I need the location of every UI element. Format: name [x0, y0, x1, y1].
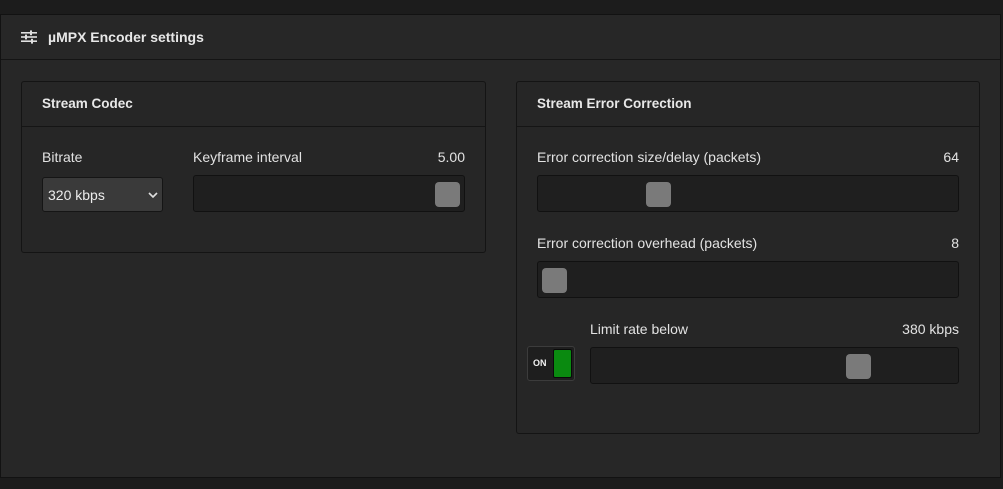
bitrate-label: Bitrate [42, 149, 83, 165]
keyframe-interval-label: Keyframe interval [193, 149, 302, 165]
toggle-knob [553, 349, 572, 378]
stream-error-correction-title: Stream Error Correction [537, 96, 692, 111]
limit-rate-value: 380 kbps [902, 321, 959, 337]
bitrate-selected-value: 320 kbps [48, 187, 105, 203]
toggle-on-label: ON [533, 358, 547, 368]
limit-rate-slider[interactable] [590, 347, 959, 384]
stream-codec-title: Stream Codec [42, 96, 133, 111]
ec-overhead-value: 8 [951, 235, 959, 251]
encoder-settings-panel: µMPX Encoder settings Stream Codec Bitra… [0, 14, 1001, 478]
panel-header: µMPX Encoder settings [1, 15, 1000, 60]
keyframe-interval-value: 5.00 [437, 149, 465, 165]
limit-rate-slider-thumb[interactable] [845, 354, 871, 379]
stream-error-correction-card: Stream Error Correction Error correction… [516, 81, 980, 434]
keyframe-interval-slider[interactable] [193, 175, 465, 212]
stream-error-correction-header: Stream Error Correction [517, 82, 979, 127]
limit-rate-toggle[interactable]: ON [527, 346, 575, 381]
ec-size-delay-slider-thumb[interactable] [646, 182, 672, 207]
ec-overhead-slider-thumb[interactable] [542, 268, 567, 293]
ec-size-delay-value: 64 [943, 149, 959, 165]
page-title: µMPX Encoder settings [48, 29, 204, 45]
ec-overhead-slider[interactable] [537, 261, 959, 298]
limit-rate-label: Limit rate below [590, 321, 689, 337]
ec-size-delay-label: Error correction size/delay (packets) [537, 149, 762, 165]
stream-codec-header: Stream Codec [22, 82, 485, 127]
stream-codec-card: Stream Codec Bitrate 320 kbps Keyframe i… [21, 81, 486, 253]
ec-overhead-label: Error correction overhead (packets) [537, 235, 758, 251]
bitrate-select[interactable]: 320 kbps [42, 177, 163, 212]
ec-size-delay-slider[interactable] [537, 175, 959, 212]
sliders-icon [21, 30, 37, 44]
chevron-down-icon [148, 192, 158, 199]
keyframe-interval-slider-thumb[interactable] [435, 182, 460, 207]
